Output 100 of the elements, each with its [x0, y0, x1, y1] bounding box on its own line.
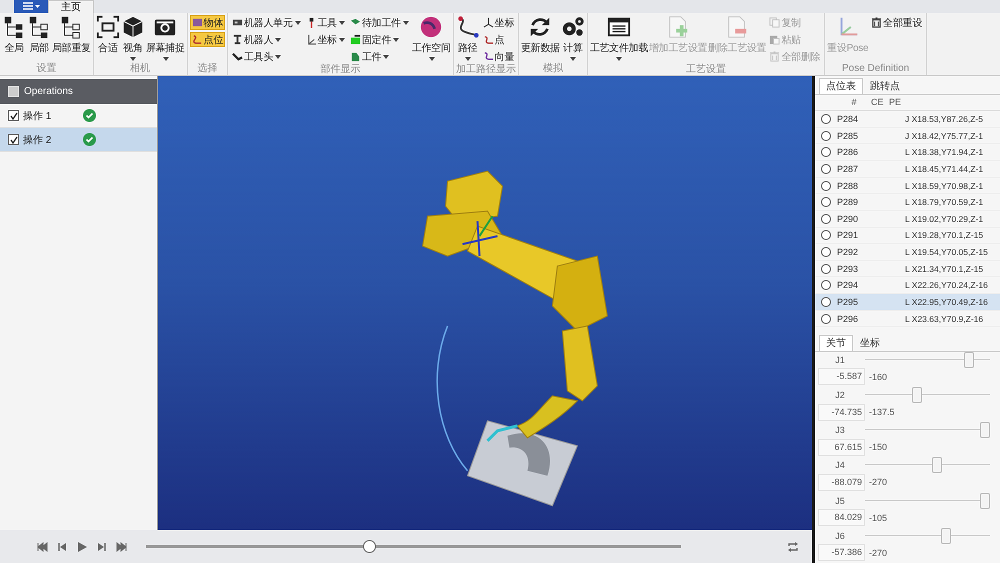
slider-thumb[interactable] — [964, 352, 974, 368]
joint-value-field[interactable]: -88.079 — [818, 474, 865, 491]
joint-label: J3 — [834, 425, 846, 436]
group-title: 设置 — [35, 63, 58, 75]
table-row[interactable]: P290 L X19.02,Y70.29,Z-1 — [815, 210, 1000, 228]
step-back-icon[interactable] — [56, 540, 68, 552]
ribbon-button[interactable]: 全部重设 — [869, 15, 924, 30]
ribbon-button[interactable]: 工具头 — [230, 49, 303, 64]
3d-viewport[interactable] — [158, 76, 812, 530]
slider-thumb[interactable] — [932, 457, 942, 474]
table-row[interactable]: P288 L X18.59,Y70.98,Z-1 — [815, 178, 1000, 194]
radio-button[interactable] — [821, 130, 831, 141]
caret-icon — [465, 57, 472, 61]
radio-button[interactable] — [821, 197, 831, 208]
table-cell-text: P296 — [837, 314, 860, 324]
operation-item[interactable]: 操作 2 — [0, 128, 157, 152]
table-cell: L X19.28,Y70.1,Z-15 — [905, 230, 984, 240]
table-cell-text: P287 — [837, 164, 860, 174]
caret-icon — [393, 38, 400, 42]
ribbon-button[interactable]: 坐标 — [480, 15, 516, 30]
copy-icon — [769, 17, 780, 28]
ribbon-button[interactable]: 屏幕捕捉 — [146, 15, 185, 61]
radio-button[interactable] — [821, 147, 831, 158]
ribbon-button[interactable]: 计算 — [560, 15, 585, 61]
ribbon-button[interactable]: 视角 — [120, 15, 145, 61]
table-row[interactable]: P287 L X18.45,Y71.44,Z-1 — [815, 161, 1000, 178]
ribbon-button[interactable]: 坐标 — [304, 32, 347, 47]
table-row[interactable]: P291 L X19.28,Y70.1,Z-15 — [815, 228, 1000, 244]
panel-tab[interactable]: 坐标 — [853, 334, 887, 351]
ribbon-tab[interactable]: 主页 — [48, 0, 94, 13]
ribbon-button[interactable]: 更新数据 — [520, 15, 560, 55]
checkbox[interactable] — [8, 110, 19, 121]
ribbon-button[interactable]: 点 — [480, 32, 516, 47]
caret-icon — [428, 57, 435, 61]
hierarchy-icon — [27, 15, 51, 39]
loop-icon[interactable] — [787, 540, 799, 552]
panel-tab[interactable]: 关节 — [819, 334, 853, 351]
joint-value-field[interactable]: 84.029 — [818, 509, 865, 526]
radio-button[interactable] — [821, 247, 831, 258]
table-row[interactable]: P285 J X18.42,Y75.77,Z-1 — [815, 128, 1000, 144]
table-row[interactable]: P289 L X18.79,Y70.59,Z-1 — [815, 194, 1000, 211]
checkbox[interactable] — [8, 134, 19, 145]
table-row[interactable]: P292 L X19.54,Y70.05,Z-15 — [815, 244, 1000, 261]
play-icon[interactable] — [76, 540, 88, 552]
menu-icon — [21, 2, 41, 11]
radio-button[interactable] — [821, 114, 831, 124]
axes-icon — [482, 17, 494, 28]
step-forward-icon[interactable] — [96, 540, 108, 552]
radio-button[interactable] — [821, 296, 831, 307]
ribbon-button[interactable]: 工件 — [348, 49, 411, 64]
ribbon-button[interactable]: 点位 — [190, 32, 226, 47]
group-title: 部件显示 — [319, 64, 362, 76]
panel-tab[interactable]: 跳转点 — [863, 78, 907, 94]
radio-button[interactable] — [821, 230, 831, 240]
slider-thumb[interactable] — [980, 492, 990, 509]
ribbon-button[interactable]: 机器人 — [230, 32, 303, 47]
slider-thumb[interactable] — [362, 540, 376, 553]
ribbon-button[interactable]: 机器人单元 — [230, 15, 303, 30]
ribbon-button[interactable]: 局部重复 — [52, 15, 91, 55]
table-row[interactable]: P284 J X18.53,Y87.26,Z-5 — [815, 111, 1000, 128]
ribbon-button[interactable]: 工艺文件加载 — [590, 15, 648, 61]
radio-button[interactable] — [821, 164, 831, 174]
joint-value-field[interactable]: 67.615 — [818, 438, 865, 456]
ribbon-button[interactable]: 物体 — [190, 15, 226, 30]
menu-button[interactable] — [14, 0, 48, 13]
ribbon-button[interactable]: 向量 — [480, 49, 516, 64]
fit-frame-icon — [96, 15, 120, 39]
joint-min-value: -105 — [868, 512, 888, 523]
ribbon-button[interactable]: 工作空间 — [412, 15, 451, 61]
ribbon-button[interactable]: 固定件 — [348, 32, 411, 47]
ribbon-button[interactable]: 待加工件 — [348, 15, 411, 30]
ribbon-button[interactable]: 全局 — [2, 15, 26, 55]
table-row[interactable]: P296 L X23.63,Y70.9,Z-16 — [815, 310, 1000, 328]
skip-forward-icon[interactable] — [116, 540, 128, 552]
joint-label: J4 — [834, 460, 846, 470]
radio-button[interactable] — [821, 180, 831, 191]
table-cell: L X22.95,Y70.49,Z-16 — [905, 296, 988, 307]
radio-button[interactable] — [821, 280, 831, 290]
ribbon-button[interactable]: 局部 — [27, 15, 51, 55]
radio-button[interactable] — [821, 314, 831, 324]
table-row[interactable]: P286 L X18.38,Y71.94,Z-1 — [815, 144, 1000, 162]
ribbon-button[interactable]: 路径 — [456, 15, 480, 61]
radio-button[interactable] — [821, 214, 831, 224]
radio-button[interactable] — [821, 264, 831, 274]
caret-icon — [338, 38, 345, 42]
table-row[interactable]: P295 L X22.95,Y70.49,Z-16 — [815, 294, 1000, 311]
joint-value-field[interactable]: -5.587 — [818, 368, 865, 386]
slider-thumb[interactable] — [940, 528, 951, 544]
sphere-icon — [419, 15, 444, 39]
slider-thumb[interactable] — [980, 422, 990, 438]
column-header: PE — [889, 97, 902, 108]
joint-value-field[interactable]: -57.386 — [818, 544, 865, 562]
slider-thumb[interactable] — [912, 387, 922, 404]
table-cell-text: P290 — [837, 214, 860, 224]
table-row[interactable]: P293 L X21.34,Y70.1,Z-15 — [815, 260, 1000, 278]
ribbon-button[interactable]: 工具 — [304, 15, 347, 30]
ribbon-button[interactable]: 合适 — [96, 15, 120, 55]
skip-back-icon[interactable] — [36, 540, 48, 552]
joint-value-field[interactable]: -74.735 — [818, 404, 865, 421]
panel-tab[interactable]: 点位表 — [819, 78, 863, 94]
